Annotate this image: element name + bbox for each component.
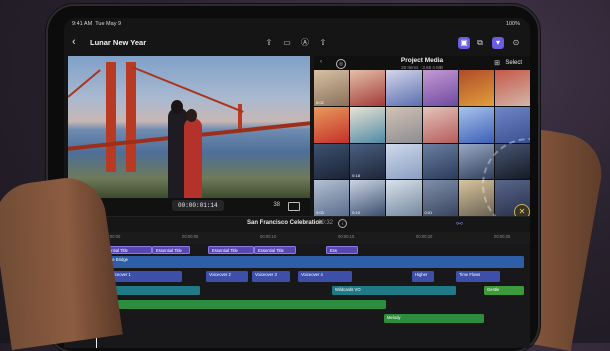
project-duration: 00:32 — [318, 220, 334, 226]
browser-icon[interactable]: ⧉ — [474, 37, 486, 49]
project-bar: San Francisco Celebration 00:32 i ⧟ — [64, 216, 530, 233]
select-button[interactable]: Select — [505, 60, 522, 66]
sound-effect-clip[interactable]: Melody — [384, 314, 484, 323]
media-thumbnail[interactable] — [422, 70, 458, 106]
media-thumbnail[interactable]: 0:03 — [314, 180, 350, 216]
thumbnail-duration: 0:02 — [316, 99, 324, 105]
media-thumbnail[interactable] — [386, 180, 422, 216]
media-thumbnail[interactable] — [314, 106, 350, 143]
media-thumbnail[interactable] — [386, 106, 422, 143]
status-battery: 100% — [505, 21, 520, 27]
ruler-tick-label: 00:00:10 — [260, 234, 277, 239]
person-two — [184, 118, 202, 198]
ruler-tick-label: 00:00:20 — [416, 234, 433, 239]
link-icon[interactable]: ⧟ — [456, 220, 463, 228]
media-thumbnail[interactable] — [422, 106, 458, 143]
ruler-tick-label: 00:00:25 — [494, 234, 511, 239]
media-thumbnail[interactable] — [350, 70, 386, 106]
timeline[interactable]: Essential Title Essential Title Essentia… — [64, 244, 530, 348]
timeline-ruler[interactable]: 00:00:00 00:00:05 00:00:10 00:00:15 00:00:20… — [64, 232, 530, 244]
voiceover-clip[interactable]: Voiceover 3 — [252, 271, 290, 282]
video-viewer[interactable] — [68, 56, 310, 198]
back-button[interactable]: ‹ — [72, 36, 76, 48]
media-thumbnail[interactable] — [386, 70, 422, 106]
media-thumbnail[interactable] — [458, 70, 494, 106]
project-title: Lunar New Year — [90, 38, 147, 47]
voiceover-clip[interactable]: Time Flows — [456, 271, 500, 282]
music-clip[interactable]: Gentle — [484, 286, 524, 295]
photos-icon[interactable]: ▣ — [458, 37, 470, 49]
status-time: 9:41 AM Tue May 9 — [72, 21, 122, 27]
info-icon[interactable]: i — [338, 219, 347, 228]
voiceover-clip[interactable]: Voiceover 4 — [298, 271, 352, 282]
bridge-tower-left — [106, 62, 116, 172]
person-two-head — [186, 109, 197, 122]
camera-icon[interactable]: ▭ — [281, 37, 293, 49]
share-icon[interactable]: ⇧ — [317, 37, 329, 49]
title-clip[interactable]: Essential Title — [152, 246, 190, 254]
thumbnail-duration: 0:18 — [352, 173, 360, 179]
app-screen: 9:41 AM Tue May 9 100% ‹ Lunar New Year … — [64, 18, 530, 348]
status-bar: 9:41 AM Tue May 9 100% — [64, 18, 530, 30]
media-thumbnail[interactable] — [494, 70, 530, 106]
bridge-cable — [131, 66, 244, 113]
thumbnail-duration: 0:03 — [316, 210, 324, 215]
inspector-icon[interactable]: ▾ — [492, 37, 504, 49]
title-clip[interactable]: Ess — [326, 246, 358, 254]
bridge-tower-right — [126, 62, 136, 172]
media-thumbnail[interactable]: 0:10 — [350, 180, 386, 216]
thumbnail-duration: 0:01 — [424, 210, 433, 215]
music-clip[interactable]: Wildcards VO — [332, 286, 456, 295]
person-one-head — [171, 100, 183, 114]
media-thumbnail[interactable]: 0:01 — [422, 180, 458, 216]
media-thumbnail[interactable] — [386, 143, 422, 180]
bridge-cable-left — [68, 69, 101, 98]
ruler-tick-label: 00:00:15 — [338, 234, 355, 239]
voiceover-clip[interactable]: Voiceover 1 — [106, 271, 182, 282]
thumbnail-duration: 0:10 — [352, 210, 360, 215]
timecode: 00:00:01:14 — [172, 200, 224, 211]
media-thumbnail[interactable] — [422, 143, 458, 180]
sound-effect-clip[interactable]: Hi vs ol Today — [74, 300, 386, 309]
media-thumbnail[interactable] — [314, 143, 350, 180]
media-thumbnail[interactable] — [350, 106, 386, 143]
voiceover-clip[interactable]: Voiceover 2 — [206, 271, 248, 282]
primary-video-clip[interactable]: Golden Gate Bridge — [88, 256, 524, 268]
voiceover-icon[interactable]: Ⓐ — [299, 37, 311, 49]
media-thumbnail[interactable]: 0:18 — [350, 143, 386, 180]
ruler-tick-label: 00:00:05 — [182, 234, 199, 239]
media-thumbnail[interactable]: 0:02 — [314, 70, 350, 106]
top-toolbar: ‹ Lunar New Year ⇪ ▭ Ⓐ ⇧ ▣ ⧉ ▾ ⊙ — [64, 32, 530, 56]
title-clip[interactable]: Essential Title — [208, 246, 254, 254]
grid-view-icon[interactable]: ⊞ — [494, 59, 500, 67]
more-icon[interactable]: ⊙ — [510, 37, 522, 49]
media-thumbnail[interactable] — [458, 106, 494, 143]
bridge-far-tower — [238, 104, 242, 130]
voiceover-clip[interactable]: Higher — [412, 271, 434, 282]
title-clip[interactable]: Essential Title — [254, 246, 296, 254]
export-icon[interactable]: ⇪ — [263, 37, 275, 49]
project-name: San Francisco Celebration — [247, 220, 323, 226]
fullscreen-icon[interactable] — [288, 202, 300, 211]
viewer-zoom[interactable]: 38 — [273, 202, 280, 208]
